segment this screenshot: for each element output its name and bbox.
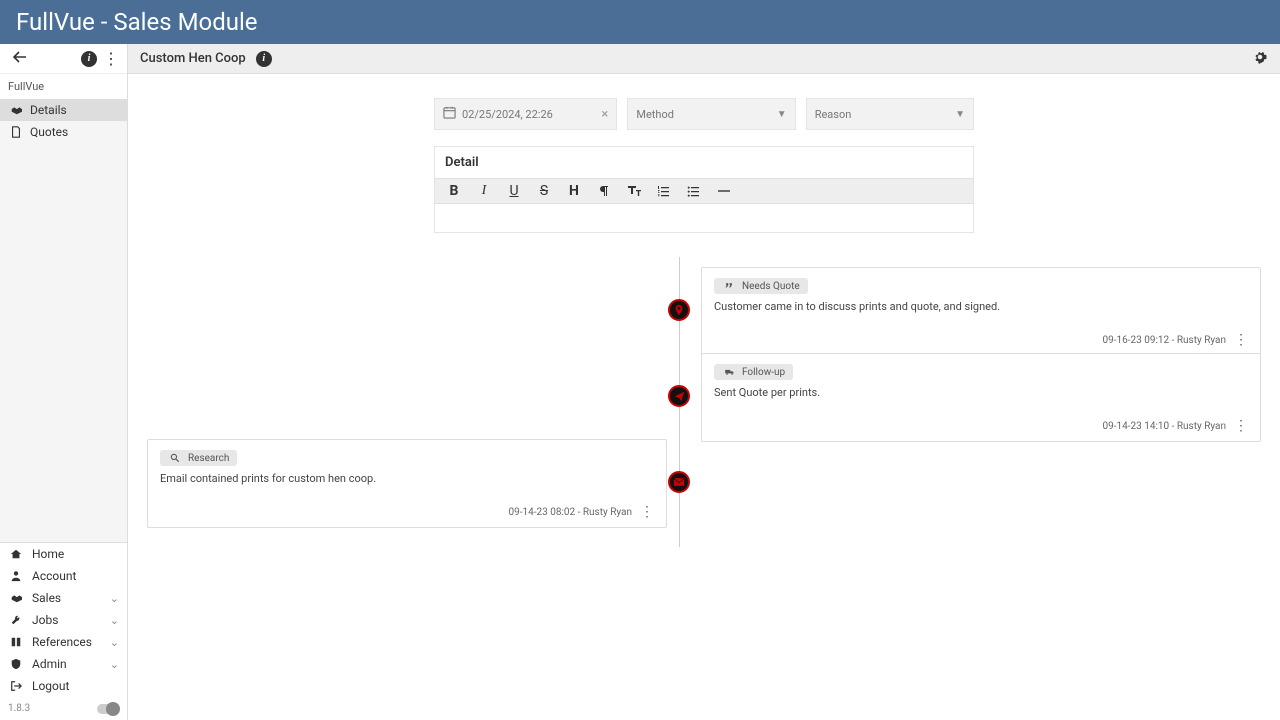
timeline-card: Research Email contained prints for cust… — [147, 439, 667, 528]
editor-toolbar: B I U S H — [435, 178, 973, 204]
book-icon — [8, 636, 24, 648]
nav-admin[interactable]: Admin ⌄ — [0, 653, 127, 675]
status-chip: Needs Quote — [714, 278, 808, 294]
status-chip: Follow-up — [714, 364, 793, 380]
quote-icon — [722, 280, 736, 292]
nav-jobs[interactable]: Jobs ⌄ — [0, 609, 127, 631]
card-meta: 09-16-23 09:12 - Rusty Ryan — [1103, 335, 1226, 346]
sidebar: i ⋮ FullVue Details Quotes Home Acco — [0, 44, 128, 720]
wrench-icon — [8, 614, 24, 626]
reason-select[interactable]: Reason ▼ — [806, 98, 974, 130]
nav-label: Sales — [32, 591, 61, 605]
info-icon[interactable]: i — [81, 51, 97, 67]
paragraph-button[interactable] — [595, 184, 613, 198]
settings-button[interactable] — [1252, 49, 1268, 69]
sidebar-item-label: Details — [30, 103, 67, 117]
chip-label: Research — [188, 453, 229, 464]
card-body: Customer came in to discuss prints and q… — [714, 300, 1248, 313]
date-field[interactable]: 02/25/2024, 22:26 × — [434, 98, 617, 130]
theme-toggle[interactable] — [97, 704, 119, 714]
unordered-list-button[interactable] — [685, 184, 703, 198]
card-menu-icon[interactable]: ⋮ — [1234, 333, 1248, 347]
card-menu-icon[interactable]: ⋮ — [640, 505, 654, 519]
method-select[interactable]: Method ▼ — [627, 98, 795, 130]
caret-down-icon: ▼ — [955, 109, 965, 120]
editor-heading: Detail — [435, 147, 973, 178]
card-body: Email contained prints for custom hen co… — [160, 472, 654, 485]
chevron-down-icon: ⌄ — [110, 592, 119, 605]
user-icon — [8, 570, 24, 582]
nav-label: Logout — [32, 679, 69, 693]
nav-logout[interactable]: Logout — [0, 675, 127, 697]
textsize-button[interactable] — [625, 184, 643, 198]
version-label: 1.8.3 — [8, 703, 30, 714]
date-value: 02/25/2024, 22:26 — [462, 108, 553, 121]
timeline-card: Follow-up Sent Quote per prints. 09-14-2… — [701, 353, 1261, 442]
chip-label: Needs Quote — [742, 281, 800, 292]
editor-content[interactable] — [435, 204, 973, 232]
handshake-icon — [8, 103, 24, 117]
heading-button[interactable]: H — [565, 183, 583, 199]
strikethrough-button[interactable]: S — [535, 183, 553, 199]
hr-button[interactable] — [715, 184, 733, 198]
nav-sales[interactable]: Sales ⌄ — [0, 587, 127, 609]
calendar-icon — [443, 106, 456, 122]
timeline-node-pin — [668, 299, 690, 321]
handshake-icon — [8, 592, 24, 604]
underline-button[interactable]: U — [505, 183, 523, 199]
card-meta: 09-14-23 14:10 - Rusty Ryan — [1103, 421, 1226, 432]
page-title: Custom Hen Coop — [140, 51, 246, 66]
card-menu-icon[interactable]: ⋮ — [1234, 419, 1248, 433]
logout-icon — [8, 680, 24, 692]
timeline-node-mail — [668, 471, 690, 493]
nav-references[interactable]: References ⌄ — [0, 631, 127, 653]
nav-account[interactable]: Account — [0, 565, 127, 587]
nav-label: Home — [32, 547, 64, 561]
page-header: Custom Hen Coop i — [128, 44, 1280, 74]
method-placeholder: Method — [636, 108, 674, 121]
status-chip: Research — [160, 450, 237, 466]
caret-down-icon: ▼ — [777, 109, 787, 120]
nav-home[interactable]: Home — [0, 543, 127, 565]
truck-icon — [722, 366, 736, 378]
chevron-down-icon: ⌄ — [110, 658, 119, 671]
italic-button[interactable]: I — [475, 183, 493, 199]
reason-placeholder: Reason — [815, 108, 852, 121]
sidebar-item-details[interactable]: Details — [0, 99, 127, 121]
nav-label: References — [32, 635, 92, 649]
app-title: FullVue - Sales Module — [0, 0, 1280, 44]
card-meta: 09-14-23 08:02 - Rusty Ryan — [509, 507, 632, 518]
nav-label: Jobs — [32, 613, 58, 627]
info-icon[interactable]: i — [256, 51, 272, 67]
sidebar-item-label: Quotes — [30, 125, 68, 139]
home-icon — [8, 548, 24, 560]
back-button[interactable] — [8, 46, 32, 72]
chevron-down-icon: ⌄ — [110, 636, 119, 649]
document-icon — [8, 125, 24, 139]
bold-button[interactable]: B — [445, 183, 463, 199]
search-icon — [168, 452, 182, 464]
breadcrumb: FullVue — [0, 74, 127, 99]
timeline-node-send — [668, 385, 690, 407]
ordered-list-button[interactable] — [655, 184, 673, 198]
chip-label: Follow-up — [742, 367, 785, 378]
nav-label: Account — [32, 569, 76, 583]
clear-date-icon[interactable]: × — [601, 107, 608, 122]
sidebar-item-quotes[interactable]: Quotes — [0, 121, 127, 143]
card-body: Sent Quote per prints. — [714, 386, 1248, 399]
chevron-down-icon: ⌄ — [110, 614, 119, 627]
timeline-card: Needs Quote Customer came in to discuss … — [701, 267, 1261, 356]
nav-label: Admin — [32, 657, 67, 671]
shield-icon — [8, 658, 24, 670]
detail-editor: Detail B I U S H — [434, 146, 974, 233]
sidebar-menu-icon[interactable]: ⋮ — [103, 51, 119, 67]
